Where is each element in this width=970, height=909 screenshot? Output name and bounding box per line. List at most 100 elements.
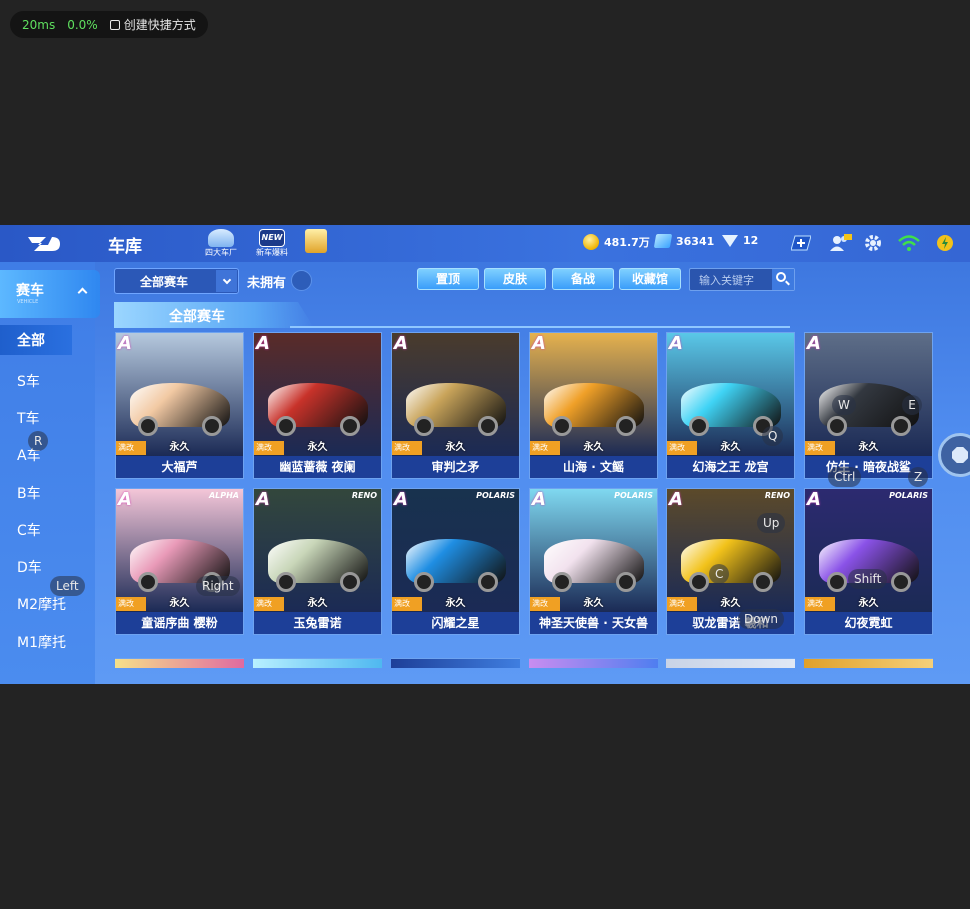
next-row-card[interactable] [666, 658, 795, 668]
sidebar-item-s[interactable]: S车 [0, 362, 90, 399]
car-card[interactable]: A ALPHA 满改 永久 童谣序曲 樱粉 [115, 488, 244, 635]
loss-text: 0.0% [67, 17, 98, 32]
car-filter-select[interactable]: 全部赛车 [114, 268, 239, 294]
key-hint-w: W [832, 395, 856, 415]
wheel-image [478, 416, 498, 436]
car-name: 闪耀之星 [392, 612, 519, 634]
car-card[interactable]: A 满改 永久 山海 · 文鳐 [529, 332, 658, 479]
wheel-image [340, 416, 360, 436]
new-car-news-label: 新车爆料 [256, 248, 288, 257]
car-artwork [254, 333, 381, 456]
next-row-card[interactable] [391, 658, 520, 668]
sidebar-item-t[interactable]: T车 [0, 399, 90, 436]
create-shortcut-button[interactable]: 创建快捷方式 [109, 16, 196, 33]
wheel-image [891, 416, 911, 436]
vehicle-type-sub: VEHICLE [17, 299, 39, 305]
car-artwork [530, 489, 657, 612]
grade-badge: A [807, 333, 821, 354]
perf-overlay: 20ms 0.0% 创建快捷方式 [10, 11, 208, 38]
friends-icon[interactable] [828, 234, 852, 252]
vehicle-type-toggle[interactable]: 赛车 VEHICLE [0, 270, 100, 318]
car-card[interactable]: A RENO 满改 永久 玉兔雷诺 [253, 488, 382, 635]
next-row-card[interactable] [529, 658, 658, 668]
grade-badge: A [669, 333, 683, 354]
next-row-card[interactable] [115, 658, 244, 668]
wheel-image [414, 416, 434, 436]
car-artwork [667, 489, 794, 612]
ticket-value: 36341 [676, 234, 715, 248]
sidebar-item-c[interactable]: C车 [0, 511, 90, 548]
duration-label: 永久 [169, 598, 190, 609]
next-row-card[interactable] [804, 658, 933, 668]
game-view: 车库 四大车厂 NEW 新车爆料 481.7万 36341 12 赛车 VEHI… [0, 225, 970, 684]
sidebar-item-b[interactable]: B车 [0, 474, 90, 511]
prepare-button[interactable]: 备战 [552, 268, 614, 290]
car-card[interactable]: A 满改 永久 幻海之王 龙宫 [666, 332, 795, 479]
grade-badge: A [532, 489, 546, 510]
next-row-card[interactable] [253, 658, 382, 668]
search-input[interactable] [699, 272, 771, 288]
grade-badge: A [669, 489, 683, 510]
duration-label: 永久 [583, 442, 604, 453]
section-header: 全部赛车 [114, 302, 314, 328]
car-card[interactable]: A 满改 永久 幽蓝蔷薇 夜阑 [253, 332, 382, 479]
not-owned-toggle[interactable] [291, 270, 312, 291]
brand-logo-text: ALPHA [208, 491, 239, 500]
duration-label: 永久 [858, 598, 879, 609]
gem-balance: 12 [722, 234, 758, 247]
duration-label: 永久 [169, 442, 190, 453]
pin-top-button[interactable]: 置顶 [417, 268, 479, 290]
gem-value: 12 [743, 234, 759, 247]
brand-logo-text: RENO [351, 491, 377, 500]
car-name: 玉兔雷诺 [254, 612, 381, 634]
wheel-image [340, 572, 360, 592]
car-card[interactable]: A 满改 永久 审判之矛 [391, 332, 520, 479]
wifi-signal-icon [898, 235, 920, 251]
grade-badge: A [256, 489, 270, 510]
wheel-image [276, 416, 296, 436]
key-hint-z: Z [908, 467, 929, 487]
diamond-icon [722, 234, 738, 247]
garage-factory-nav[interactable]: 四大车厂 [205, 229, 237, 258]
vehicle-type-label: 赛车 [16, 283, 44, 299]
search-button[interactable] [772, 269, 794, 290]
grade-badge: A [532, 333, 546, 354]
car-card[interactable]: A POLARIS 满改 永久 闪耀之星 [391, 488, 520, 635]
car-artwork [392, 333, 519, 456]
wheel-image [414, 572, 434, 592]
car-card[interactable]: A 满改 永久 大福芦 [115, 332, 244, 479]
grade-badge: A [118, 333, 132, 354]
car-artwork [805, 489, 932, 612]
duration-label: 永久 [858, 442, 879, 453]
skin-button[interactable]: 皮肤 [484, 268, 546, 290]
new-car-news-nav[interactable]: NEW 新车爆料 [256, 229, 288, 258]
section-title: 全部赛车 [169, 309, 225, 325]
coin-balance: 481.7万 [583, 234, 650, 250]
car-artwork [530, 333, 657, 456]
car-name: 童谣序曲 樱粉 [116, 612, 243, 634]
car-card[interactable]: A POLARIS 满改 永久 神圣天使兽 · 天女兽 [529, 488, 658, 635]
car-card[interactable]: A POLARIS 满改 永久 幻夜霓虹 [804, 488, 933, 635]
key-hint-ctrl: Ctrl [828, 467, 862, 487]
wheel-image [827, 416, 847, 436]
gift-nav[interactable] [305, 229, 327, 253]
duration-label: 永久 [445, 442, 466, 453]
add-icon[interactable] [791, 234, 811, 252]
new-car-icon: NEW [259, 229, 285, 247]
joystick-knob-icon [952, 447, 968, 463]
car-artwork [254, 489, 381, 612]
wheel-image [276, 572, 296, 592]
virtual-joystick[interactable] [938, 433, 970, 477]
sidebar-item-m1[interactable]: M1摩托 [0, 623, 90, 660]
wheel-image [753, 572, 773, 592]
key-hint-left: Left [50, 576, 85, 596]
gift-icon [305, 229, 327, 253]
category-list: 全部 S车 T车 A车 B车 C车 D车 M2摩托 M1摩托 [0, 325, 90, 660]
collection-button[interactable]: 收藏馆 [619, 268, 681, 290]
car-name: 幻海之王 龙宫 [667, 456, 794, 478]
duration-label: 永久 [307, 442, 328, 453]
settings-gear-icon[interactable] [863, 234, 883, 252]
car-name: 审判之矛 [392, 456, 519, 478]
ticket-icon [653, 234, 673, 248]
sidebar-item-all[interactable]: 全部 [0, 325, 72, 355]
